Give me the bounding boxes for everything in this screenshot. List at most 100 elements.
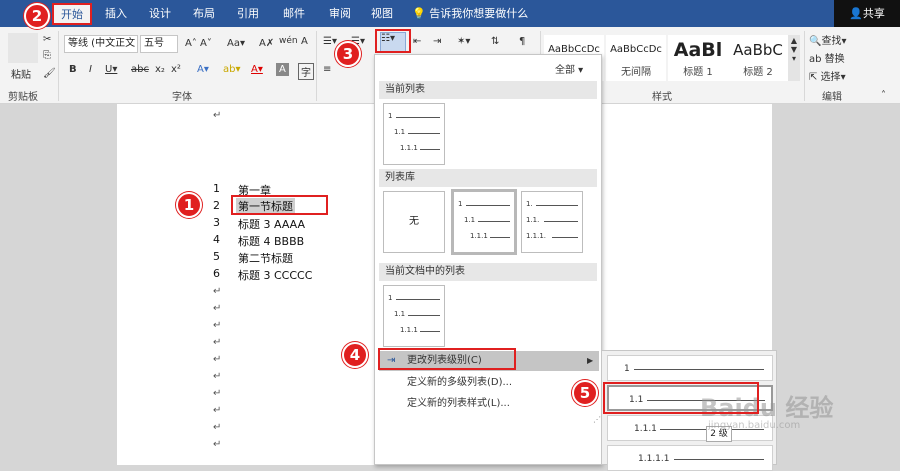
underline-icon[interactable]: U▾ <box>104 63 118 76</box>
font-size-combo[interactable]: 五号 <box>140 35 178 53</box>
section-current-list: 当前列表 <box>379 81 597 99</box>
select-label: 选择 <box>820 72 841 83</box>
paste-label[interactable]: 粘贴 <box>10 65 32 82</box>
cut-icon[interactable]: ✂ <box>42 33 54 45</box>
thumb-line <box>478 221 510 222</box>
text-effects-icon[interactable]: A▾ <box>196 63 210 76</box>
thumb-level: 1.1.1 <box>400 144 418 152</box>
thumb-line <box>544 221 578 222</box>
collapse-ribbon-icon[interactable]: ˄ <box>880 89 887 102</box>
highlight-box-multilevel <box>375 29 411 53</box>
submenu-arrow-icon: ▶ <box>587 356 594 365</box>
paragraph-mark: ↵ <box>213 371 222 382</box>
list-thumb-library-1[interactable]: 1 1.1 1.1.1 <box>451 189 517 255</box>
paragraph-mark: ↵ <box>213 388 222 399</box>
paragraph-mark: ↵ <box>213 439 222 450</box>
paste-icon[interactable] <box>8 33 38 63</box>
style-heading-2[interactable]: AaBbC 标题 2 <box>728 35 788 81</box>
tab-insert[interactable]: 插入 <box>98 0 134 27</box>
select-button[interactable]: ⇱ 选择▾ <box>808 67 847 84</box>
font-name-combo[interactable]: 等线 (中文正文 <box>64 35 138 53</box>
bold-icon[interactable]: B <box>68 63 78 76</box>
baidu-watermark-url: jingyan.baidu.com <box>708 420 801 431</box>
tab-design[interactable]: 设计 <box>140 0 180 27</box>
list-number: 3 <box>213 216 220 229</box>
style-heading-1[interactable]: AaBl 标题 1 <box>668 35 728 81</box>
list-item-text[interactable]: 标题 3 CCCCC <box>238 267 312 283</box>
sort-icon[interactable]: ⇅ <box>490 35 500 48</box>
list-thumb-document[interactable]: 1 1.1 1.1.1 <box>383 285 445 347</box>
share-button[interactable]: 👤共享 <box>834 0 900 27</box>
highlight-icon[interactable]: ab▾ <box>222 63 242 76</box>
menu-define-multilevel[interactable]: 定义新的多级列表(D)... <box>379 373 599 393</box>
group-label-font: 字体 <box>172 92 192 103</box>
copy-icon[interactable]: ⎘ <box>42 49 54 61</box>
section-list-library: 列表库 <box>379 169 597 187</box>
level-number: 1.1.1.1 <box>638 454 670 464</box>
bullets-icon[interactable]: ☰▾ <box>322 35 338 48</box>
format-painter-icon[interactable]: 🖌 <box>42 67 56 79</box>
list-item-text[interactable]: 标题 3 AAAA <box>238 216 305 232</box>
thumb-level: 1. <box>526 200 533 208</box>
paragraph-mark: ↵ <box>213 110 222 121</box>
list-item-text[interactable]: 标题 4 BBBB <box>238 233 304 249</box>
list-thumb-library-2[interactable]: 1. 1.1. 1.1.1. <box>521 191 583 253</box>
level-option-4[interactable]: 1.1.1.1 <box>607 445 773 471</box>
list-thumb-none[interactable]: 无 <box>383 191 445 253</box>
tab-mailings[interactable]: 邮件 <box>274 0 314 27</box>
level-option-1[interactable]: 1 <box>607 355 773 381</box>
thumb-line <box>408 315 440 316</box>
decrease-indent-icon[interactable]: ⇤ <box>412 35 422 48</box>
step-callout-3: 3 <box>335 41 361 67</box>
paragraph-mark: ↵ <box>213 337 222 348</box>
find-button[interactable]: 🔍查找▾ <box>808 31 847 48</box>
person-icon: 👤 <box>849 7 863 20</box>
change-case-icon[interactable]: Aa▾ <box>226 37 246 50</box>
step-callout-4: 4 <box>342 342 368 368</box>
styles-scroll-icon[interactable]: ▲ ▼ ▾ <box>788 35 800 81</box>
level-line <box>674 459 764 460</box>
thumb-line <box>536 205 578 206</box>
share-label: 共享 <box>862 7 885 20</box>
menu-define-list-style[interactable]: 定义新的列表样式(L)... <box>379 394 599 414</box>
search-icon: 🔍 <box>809 36 822 47</box>
increase-indent-icon[interactable]: ⇥ <box>432 35 442 48</box>
grow-font-icon[interactable]: A˄ A˅ <box>184 37 213 50</box>
superscript-icon[interactable]: x² <box>170 63 182 76</box>
tab-view[interactable]: 视图 <box>364 0 400 27</box>
show-marks-icon[interactable]: ¶ <box>518 35 526 48</box>
italic-icon[interactable]: I <box>88 63 93 76</box>
list-item-text[interactable]: 第二节标题 <box>238 250 293 266</box>
phonetic-guide-icon[interactable]: wén <box>278 35 299 47</box>
strikethrough-icon[interactable]: abc <box>130 63 150 76</box>
char-shading-icon[interactable]: A <box>276 63 289 76</box>
font-color-icon[interactable]: A▾ <box>250 63 264 76</box>
tab-references[interactable]: 引用 <box>228 0 268 27</box>
subscript-icon[interactable]: x₂ <box>154 63 166 76</box>
tab-review[interactable]: 审阅 <box>320 0 360 27</box>
enclosed-char-icon[interactable]: 字 <box>298 63 314 80</box>
thumb-line <box>396 117 440 118</box>
clear-format-icon[interactable]: A✗ <box>258 37 275 50</box>
resize-grip-icon[interactable]: ⋰ <box>593 415 601 424</box>
level-line <box>634 369 764 370</box>
paragraph-mark: ↵ <box>213 422 222 433</box>
thumb-level: 1.1.1. <box>526 232 547 240</box>
level-number: 1.1.1 <box>634 424 657 434</box>
align-left-icon[interactable]: ≡ <box>322 63 332 76</box>
highlight-box-selection <box>231 195 328 215</box>
thumb-level: 1 <box>458 200 463 208</box>
group-label-clipboard: 剪贴板 <box>8 92 38 103</box>
multilevel-list-panel: 全部 ▾ 当前列表 1 1.1 1.1.1 列表库 无 1 1.1 1.1.1 … <box>374 54 602 465</box>
char-border-icon[interactable]: A <box>300 35 309 48</box>
style-no-spacing[interactable]: AaBbCcDc 无间隔 <box>606 35 666 81</box>
list-thumb-current[interactable]: 1 1.1 1.1.1 <box>383 103 445 165</box>
tell-me-search[interactable]: 💡 告诉我你想要做什么 <box>412 0 528 27</box>
replace-button[interactable]: ab 替换 <box>808 49 846 66</box>
tab-layout[interactable]: 布局 <box>186 0 222 27</box>
chinese-layout-icon[interactable]: ✶▾ <box>456 35 471 48</box>
style-name: 无间隔 <box>621 67 651 78</box>
thumb-line <box>490 237 510 238</box>
tab-home[interactable]: 开始 <box>52 3 92 25</box>
filter-dropdown[interactable]: 全部 ▾ <box>555 61 583 76</box>
